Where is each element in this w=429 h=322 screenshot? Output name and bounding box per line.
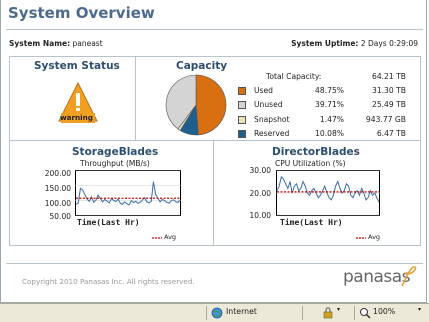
storage-throughput-chart — [75, 170, 181, 216]
used-label: Used — [254, 86, 274, 96]
zone-cell[interactable]: Internet — [206, 306, 303, 320]
storage-blades-subtitle: Throughput (MB/s) — [80, 159, 150, 168]
system-name: System Name: paneast — [9, 39, 103, 48]
reserved-label: Reserved — [254, 128, 290, 138]
unused-label: Unused — [254, 100, 283, 110]
storage-avg-legend-line — [152, 237, 162, 239]
capacity-total-value: 64.21 TB — [371, 72, 406, 81]
capacity-pie-chart — [165, 74, 227, 136]
director-avg-legend-label: Avg — [368, 233, 381, 241]
snapshot-label: Snapshot — [254, 114, 290, 124]
snapshot-size: 943.77 GB — [365, 114, 406, 124]
title-divider — [6, 29, 423, 30]
director-blades-title: DirectorBlades — [272, 146, 360, 158]
director-y-tick: 30.00 — [249, 166, 271, 175]
zoom-dropdown-icon[interactable]: ▾ — [418, 306, 421, 313]
system-uptime: System Uptime: 2 Days 0:29:09 — [291, 39, 418, 48]
director-cpu-chart — [276, 170, 380, 216]
system-status-panel: System Status warning — [9, 56, 137, 142]
panasas-swirl-icon — [401, 265, 417, 287]
zone-label: Internet — [226, 307, 257, 316]
director-y-tick: 20.00 — [249, 189, 271, 198]
pie-slice-used — [195, 74, 227, 136]
director-x-label: Time(Last Hr) — [280, 218, 343, 227]
storage-x-label: Time(Last Hr) — [77, 218, 140, 227]
reserved-swatch — [238, 129, 246, 138]
storage-y-tick: 200.00 — [44, 169, 71, 178]
director-blades-subtitle: CPU Utilization (%) — [275, 159, 346, 168]
protected-mode-cell[interactable]: ▾ — [302, 306, 355, 320]
snapshot-swatch — [238, 115, 246, 124]
storage-y-tick: 150.00 — [44, 184, 71, 193]
globe-icon — [211, 307, 223, 319]
browser-status-bar: Internet ▾ 100% ▾ — [0, 303, 429, 322]
system-name-label: System Name: — [9, 39, 71, 48]
warning-label: warning — [60, 113, 93, 122]
page-title: System Overview — [8, 4, 155, 22]
storage-y-tick: 100.00 — [44, 199, 71, 208]
reserved-pct: 10.08% — [315, 128, 344, 138]
used-size: 31.30 TB — [371, 86, 406, 96]
system-uptime-label: System Uptime: — [291, 39, 359, 48]
protected-dropdown-icon[interactable]: ▾ — [337, 306, 340, 313]
snapshot-pct: 1.47% — [319, 114, 344, 124]
reserved-size: 6.47 TB — [376, 128, 406, 138]
storage-plot-frame — [75, 170, 181, 216]
system-status-title: System Status — [34, 60, 120, 72]
capacity-total-label: Total Capacity: — [266, 72, 322, 81]
system-uptime-value: 2 Days 0:29:09 — [360, 39, 418, 48]
zoom-cell[interactable]: 100% ▾ — [354, 306, 429, 320]
used-pct: 48.75% — [315, 86, 344, 96]
unused-swatch — [238, 101, 246, 110]
copyright-text: Copyright 2010 Panasas Inc. All rights r… — [22, 277, 195, 286]
zoom-level: 100% — [373, 307, 396, 316]
unused-size: 25.49 TB — [371, 100, 406, 110]
storage-y-tick: 50.00 — [49, 212, 71, 221]
storage-blades-title: StorageBlades — [72, 146, 159, 158]
director-avg-legend-line — [356, 237, 366, 239]
capacity-title: Capacity — [176, 60, 228, 72]
used-swatch — [238, 87, 246, 96]
lock-icon — [323, 307, 333, 319]
director-y-tick: 10.00 — [249, 211, 271, 220]
storage-avg-legend-label: Avg — [164, 233, 177, 241]
footer-divider — [6, 263, 423, 264]
zoom-icon — [360, 308, 371, 319]
system-name-value: paneast — [72, 39, 103, 48]
unused-pct: 39.71% — [315, 100, 344, 110]
